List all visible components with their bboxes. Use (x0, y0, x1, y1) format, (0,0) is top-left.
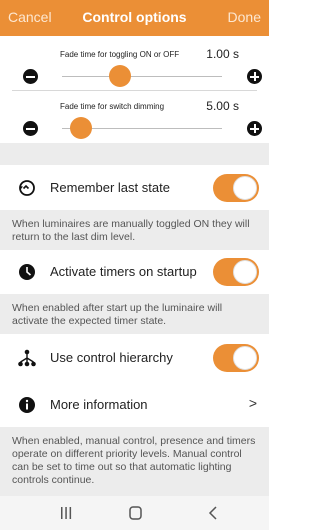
decrease-fade-dimming-button[interactable] (23, 121, 38, 136)
more-information-row[interactable]: More information > (0, 383, 269, 427)
history-icon (19, 180, 35, 196)
fade-dimming-slider-thumb[interactable] (70, 117, 93, 139)
fade-toggle-label: Fade time for toggling ON or OFF (60, 50, 180, 59)
recents-icon[interactable] (46, 502, 86, 524)
fade-toggle-slider-thumb[interactable] (108, 65, 131, 87)
done-button[interactable]: Done (228, 9, 261, 25)
decrease-fade-toggle-button[interactable] (23, 69, 38, 84)
activate-timers-note: When enabled after start up the luminair… (0, 294, 269, 334)
info-icon (19, 397, 35, 413)
fade-toggle-slider-block: Fade time for toggling ON or OFF 1.00 s (0, 38, 269, 88)
increase-fade-dimming-button[interactable] (247, 121, 262, 136)
system-nav-bar (0, 496, 269, 530)
toggle-knob (233, 260, 257, 284)
fade-dimming-label: Fade time for switch dimming (60, 102, 165, 111)
chevron-right-icon: > (248, 395, 257, 411)
top-bar: Cancel Control options Done (0, 0, 269, 36)
control-hierarchy-label: Use control hierarchy (50, 350, 173, 365)
remember-last-state-label: Remember last state (50, 180, 170, 195)
clock-icon (19, 264, 35, 280)
more-information-label: More information (50, 397, 148, 412)
activate-timers-toggle[interactable] (213, 258, 259, 286)
control-hierarchy-note: When enabled, manual control, presence a… (0, 427, 269, 496)
toggle-knob (233, 176, 257, 200)
increase-fade-toggle-button[interactable] (247, 69, 262, 84)
home-icon[interactable] (115, 502, 155, 524)
remember-last-state-row: Remember last state (0, 166, 269, 210)
remember-last-state-toggle[interactable] (213, 174, 259, 202)
toggle-knob (233, 346, 257, 370)
section-spacer (0, 143, 269, 165)
fade-dimming-value: 5.00 s (206, 99, 239, 113)
control-hierarchy-row: Use control hierarchy (0, 336, 269, 380)
back-icon[interactable] (193, 502, 233, 524)
control-hierarchy-toggle[interactable] (213, 344, 259, 372)
fade-toggle-slider-track[interactable] (62, 76, 222, 77)
activate-timers-row: Activate timers on startup (0, 250, 269, 294)
fade-toggle-value: 1.00 s (206, 47, 239, 61)
remember-last-state-note: When luminaires are manually toggled ON … (0, 210, 269, 250)
fade-dimming-slider-block: Fade time for switch dimming 5.00 s (0, 90, 269, 140)
activate-timers-label: Activate timers on startup (50, 264, 197, 279)
hierarchy-icon (18, 349, 36, 367)
